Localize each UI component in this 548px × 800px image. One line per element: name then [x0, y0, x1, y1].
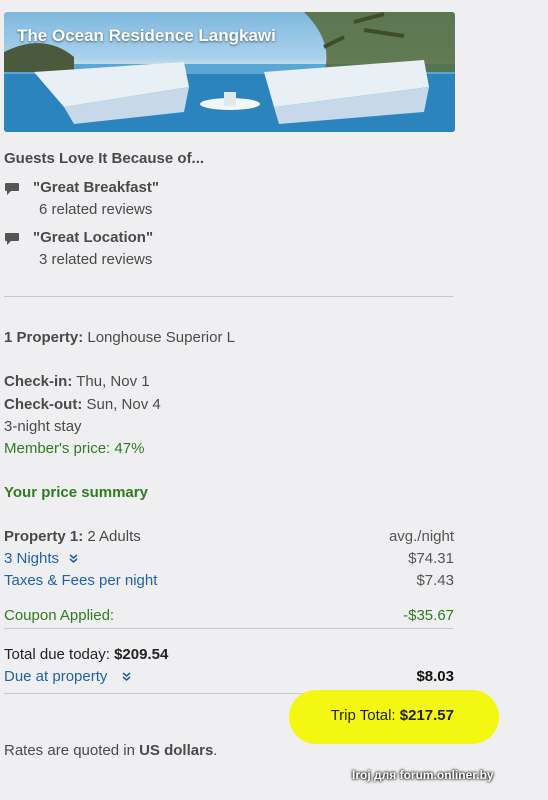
checkin-value: Thu, Nov 1 [76, 373, 150, 390]
trip-total-label: Trip Total: [330, 707, 396, 724]
rates-note-suffix: . [213, 742, 218, 759]
property-line: 1 Property: Longhouse Superior L [4, 329, 235, 346]
property-label: 1 Property: [4, 329, 84, 346]
checkin-label: Check-in: [4, 373, 73, 390]
property-value: Longhouse Superior L [87, 329, 235, 346]
due-today-label: Total due today: [4, 646, 110, 663]
trip-total-line: Trip Total: $217.57 [331, 707, 454, 724]
reason-quote: "Great Breakfast" [33, 179, 159, 196]
reason-review-count: 3 related reviews [39, 251, 153, 268]
hotel-name: The Ocean Residence Langkawi [17, 26, 276, 45]
checkout-label: Check-out: [4, 396, 83, 413]
avg-night-label: avg./night [388, 528, 454, 545]
coupon-value: -$35.67 [403, 607, 454, 624]
due-today-value: $209.54 [114, 646, 169, 663]
nights-label: 3 Nights [4, 550, 60, 567]
checkin-line: Check-in: Thu, Nov 1 [4, 373, 150, 390]
reason-review-count: 6 related reviews [39, 201, 153, 218]
due-today-line: Total due today: $209.54 [4, 646, 168, 663]
checkout-line: Check-out: Sun, Nov 4 [4, 396, 161, 413]
rates-note-currency: US dollars [139, 742, 214, 759]
rates-note-prefix: Rates are quoted in [4, 742, 140, 759]
taxes-fees-link[interactable]: Taxes & Fees per night [4, 572, 157, 589]
member-price: Member's price: 47% [4, 440, 145, 457]
taxes-value: $7.43 [416, 572, 454, 589]
speech-bubble-icon [5, 183, 19, 195]
due-at-property-value: $8.03 [416, 668, 454, 685]
reason-quote: "Great Location" [33, 229, 154, 246]
nights-value: $74.31 [408, 550, 454, 567]
forum-watermark: Iroj для forum.onliner.by [352, 768, 494, 782]
summary-property-value: 2 Adults [87, 528, 141, 545]
double-chevron-down-icon [69, 554, 78, 564]
summary-property-label: Property 1: [4, 528, 84, 545]
price-summary-heading: Your price summary [4, 484, 148, 501]
trip-total-value: $217.57 [399, 707, 454, 724]
summary-property-line: Property 1: 2 Adults [4, 528, 141, 545]
coupon-label: Coupon Applied: [4, 607, 115, 624]
nights-toggle[interactable]: 3 Nights [4, 550, 78, 567]
divider [4, 296, 454, 297]
speech-bubble-icon [5, 233, 19, 245]
double-chevron-down-icon [122, 672, 131, 682]
stay-length: 3-night stay [4, 418, 82, 435]
guests-love-heading: Guests Love It Because of... [4, 150, 205, 167]
due-at-property-toggle[interactable]: Due at property [4, 668, 131, 685]
divider [4, 628, 454, 629]
rates-note: Rates are quoted in US dollars. [4, 742, 217, 759]
checkout-value: Sun, Nov 4 [86, 396, 161, 413]
hotel-hero-image[interactable]: The Ocean Residence Langkawi [4, 12, 455, 132]
due-at-property-label: Due at property [4, 668, 108, 685]
